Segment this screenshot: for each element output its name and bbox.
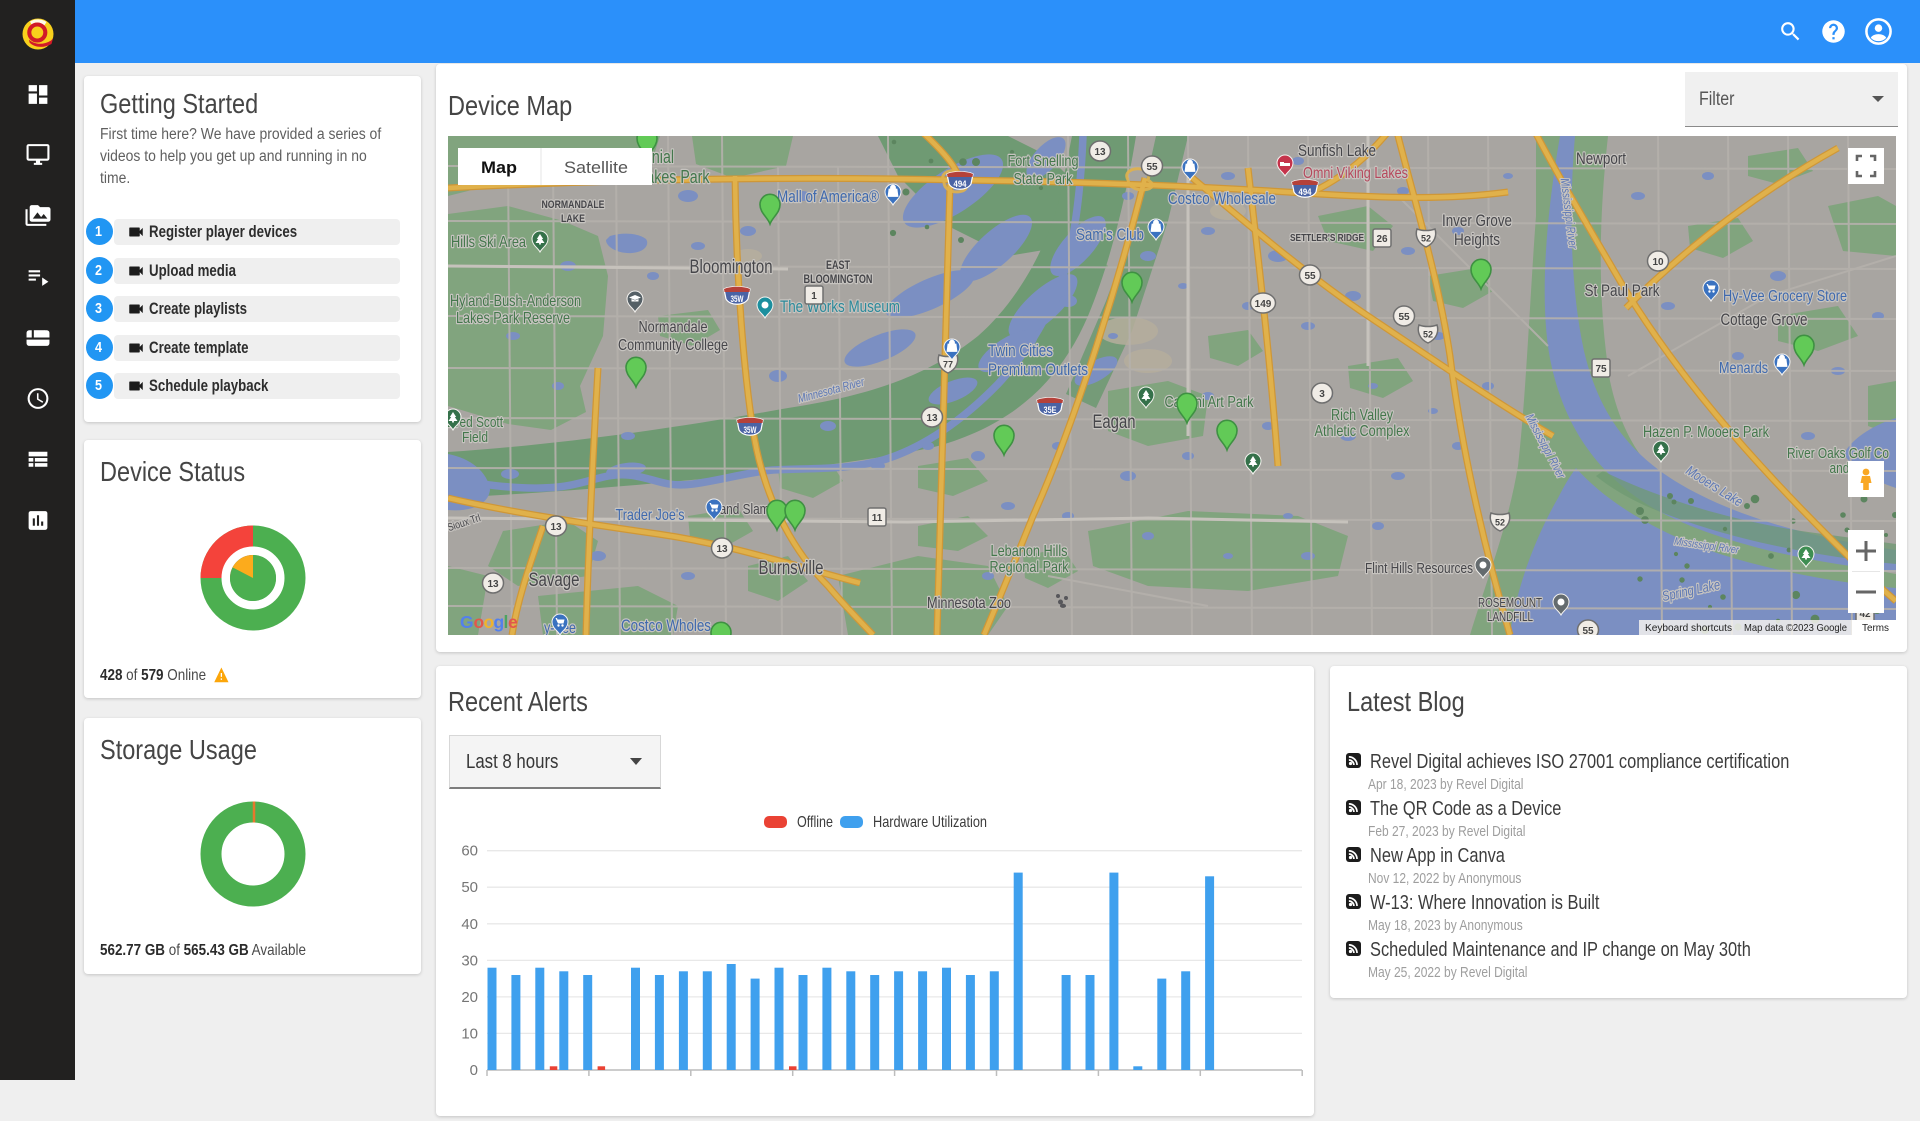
svg-text:Heights: Heights <box>1454 230 1500 249</box>
svg-text:0: 0 <box>470 1062 478 1079</box>
svg-text:g: g <box>494 612 504 632</box>
svg-text:Omni Viking Lakes: Omni Viking Lakes <box>1303 165 1408 182</box>
svg-text:13: 13 <box>550 522 562 533</box>
svg-text:Map data ©2023 Google: Map data ©2023 Google <box>1744 622 1847 634</box>
svg-text:Costco Wholesale: Costco Wholesale <box>1168 189 1276 208</box>
svg-text:149: 149 <box>1255 299 1272 310</box>
svg-text:Sunfish Lake: Sunfish Lake <box>1298 141 1376 160</box>
svg-text:Normandale: Normandale <box>639 319 708 336</box>
svg-text:Map: Map <box>481 158 517 177</box>
svg-text:Hyland-Bush-Anderson: Hyland-Bush-Anderson <box>450 293 581 310</box>
svg-text:40: 40 <box>461 916 478 933</box>
svg-text:Regional Park: Regional Park <box>990 559 1070 576</box>
svg-text:Twin Cities: Twin Cities <box>988 341 1053 360</box>
svg-text:13: 13 <box>926 413 938 424</box>
svg-text:Inver Grove: Inver Grove <box>1442 211 1512 230</box>
svg-text:10: 10 <box>461 1025 478 1042</box>
svg-text:Trader Joe's: Trader Joe's <box>616 507 685 524</box>
svg-text:Satellite: Satellite <box>564 158 628 177</box>
svg-text:Fort Snelling: Fort Snelling <box>1008 153 1079 170</box>
svg-text:13: 13 <box>487 579 499 590</box>
svg-text:75: 75 <box>1595 364 1607 375</box>
svg-text:Community College: Community College <box>618 337 728 354</box>
svg-text:Flint Hills Resources: Flint Hills Resources <box>1365 560 1473 577</box>
svg-text:G: G <box>460 612 473 632</box>
svg-text:Menards: Menards <box>1719 360 1768 377</box>
svg-text:Hazen P. Mooers Park: Hazen P. Mooers Park <box>1643 424 1770 441</box>
svg-text:Keyboard shortcuts: Keyboard shortcuts <box>1645 622 1732 634</box>
svg-text:35W: 35W <box>731 294 744 305</box>
svg-text:494: 494 <box>954 179 968 190</box>
svg-text:494: 494 <box>1299 187 1313 198</box>
svg-text:52: 52 <box>1423 330 1433 340</box>
svg-text:Lakes Park Reserve: Lakes Park Reserve <box>456 310 570 327</box>
svg-text:55: 55 <box>1398 312 1410 323</box>
svg-text:Hardware Utilization: Hardware Utilization <box>873 814 987 831</box>
svg-text:Hy-Vee Grocery Store: Hy-Vee Grocery Store <box>1723 288 1847 305</box>
svg-text:77: 77 <box>943 360 953 370</box>
svg-text:52: 52 <box>1495 518 1505 528</box>
svg-text:BLOOMINGTON: BLOOMINGTON <box>804 274 873 286</box>
svg-text:o: o <box>484 612 494 632</box>
svg-text:The Works Museum: The Works Museum <box>780 297 900 316</box>
svg-text:LAKE: LAKE <box>561 213 585 225</box>
svg-text:Sam's Club: Sam's Club <box>1076 225 1144 244</box>
svg-text:50: 50 <box>461 879 478 896</box>
svg-text:30: 30 <box>461 952 478 969</box>
svg-text:St Paul Park: St Paul Park <box>1585 281 1660 300</box>
svg-text:10: 10 <box>1652 257 1664 268</box>
svg-text:11: 11 <box>872 513 883 524</box>
svg-text:55: 55 <box>1582 626 1594 635</box>
svg-text:Offline: Offline <box>797 814 833 831</box>
svg-text:3: 3 <box>1319 389 1325 400</box>
svg-text:e: e <box>508 612 518 632</box>
svg-text:SETTLER'S RIDGE: SETTLER'S RIDGE <box>1290 232 1364 244</box>
svg-text:State Park: State Park <box>1014 171 1074 188</box>
svg-text:13: 13 <box>1094 147 1106 158</box>
svg-text:Hills Ski Area: Hills Ski Area <box>451 234 526 251</box>
svg-text:Eagan: Eagan <box>1093 412 1136 433</box>
svg-text:Premium Outlets: Premium Outlets <box>988 360 1088 379</box>
svg-text:Athletic Complex: Athletic Complex <box>1315 423 1410 440</box>
svg-text:Newport: Newport <box>1576 149 1626 168</box>
svg-text:EAST: EAST <box>826 260 850 272</box>
svg-text:Rich Valley: Rich Valley <box>1331 407 1393 424</box>
svg-text:26: 26 <box>1376 234 1388 245</box>
svg-text:60: 60 <box>461 843 478 860</box>
svg-text:Mall of America®: Mall of America® <box>777 187 879 206</box>
svg-text:ROSEMOUNT: ROSEMOUNT <box>1478 596 1542 610</box>
svg-text:Burnsville: Burnsville <box>759 558 824 579</box>
svg-text:13: 13 <box>716 544 728 555</box>
svg-text:Cottage Grove: Cottage Grove <box>1721 310 1808 329</box>
svg-text:Terms: Terms <box>1862 622 1889 634</box>
svg-text:NORMANDALE: NORMANDALE <box>542 199 605 211</box>
svg-text:o: o <box>474 612 484 632</box>
svg-text:20: 20 <box>461 989 478 1006</box>
svg-text:Field: Field <box>462 429 488 446</box>
svg-text:55: 55 <box>1304 271 1316 282</box>
svg-text:35W: 35W <box>744 425 757 436</box>
svg-text:Lebanon Hills: Lebanon Hills <box>991 543 1068 560</box>
svg-text:Minnesota Zoo: Minnesota Zoo <box>927 595 1011 612</box>
svg-text:35E: 35E <box>1044 405 1057 416</box>
svg-text:Bloomington: Bloomington <box>690 257 773 278</box>
svg-text:1: 1 <box>811 291 817 302</box>
svg-text:Costco Wholes: Costco Wholes <box>621 616 711 635</box>
svg-text:55: 55 <box>1146 162 1158 173</box>
svg-text:Savage: Savage <box>529 570 580 591</box>
svg-text:LANDFILL: LANDFILL <box>1487 610 1533 624</box>
svg-text:52: 52 <box>1421 234 1431 244</box>
